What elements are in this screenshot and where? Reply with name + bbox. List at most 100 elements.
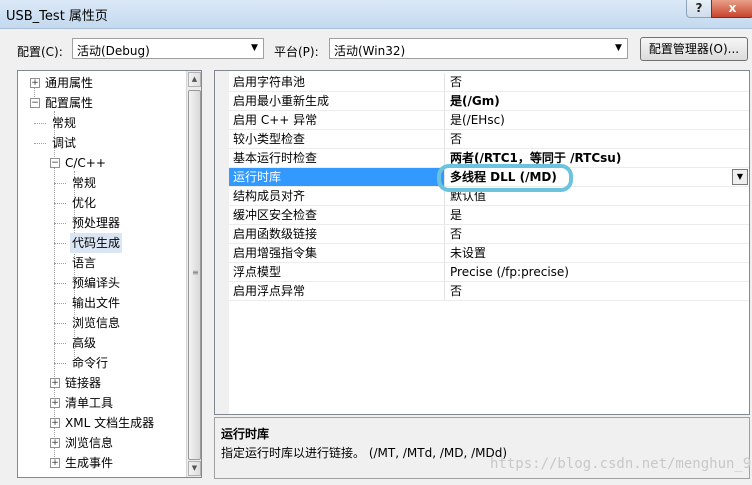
tree-connector (54, 323, 66, 324)
property-row[interactable]: 启用增强指令集 未设置 (229, 244, 749, 263)
watermark: https://blog.csdn.net/menghun_99 (490, 456, 752, 472)
plus-icon[interactable]: + (50, 398, 60, 408)
property-name: 运行时库 (229, 168, 445, 186)
plus-icon[interactable]: + (50, 418, 60, 428)
platform-combo[interactable]: 活动(Win32) ▼ (329, 38, 628, 59)
property-value: Precise (/fp:precise) (450, 265, 569, 279)
plus-icon[interactable]: + (50, 438, 60, 448)
tree-item-label: 清单工具 (65, 396, 114, 410)
property-value: 未设置 (450, 246, 487, 260)
tree-item-label: 常规 (72, 176, 97, 190)
property-name: 基本运行时检查 (229, 149, 445, 167)
plus-icon[interactable]: + (50, 458, 60, 468)
plus-icon[interactable]: + (30, 78, 40, 88)
scroll-down-icon[interactable]: ▼ (188, 461, 201, 476)
title-bar: USB_Test 属性页 ? x (0, 0, 752, 29)
tree-item-label: XML 文档生成器 (65, 416, 155, 430)
property-value: 否 (450, 284, 463, 298)
property-name: 启用字符串池 (229, 73, 445, 91)
tree-connector (54, 183, 66, 184)
dropdown-arrow-icon[interactable]: ▼ (732, 169, 748, 185)
property-tree: + 通用属性 − 配置属性 常规 调试 − C/C++ 常规 优化 预处理器 代码生成 语言 预编译头 输出… (17, 70, 202, 478)
tree-connector (34, 143, 46, 144)
tree-connector (54, 263, 66, 264)
tree-item-label: 语言 (72, 256, 97, 270)
configuration-manager-button[interactable]: 配置管理器(O)... (640, 37, 748, 61)
help-button[interactable]: ? (686, 0, 712, 18)
property-value: 两者(/RTC1，等同于 /RTCsu) (450, 151, 622, 165)
property-row[interactable]: 启用最小重新生成 是(/Gm) (229, 92, 749, 111)
tree-item-label: 调试 (52, 136, 77, 150)
tree-connector (54, 343, 66, 344)
description-text: 指定运行时库以进行链接。 (/MT, /MTd, /MD, /MDd) (221, 446, 508, 460)
property-name: 启用增强指令集 (229, 244, 445, 262)
platform-label: 平台(P): (274, 45, 319, 59)
tree-connector (34, 123, 46, 124)
tree-item-label: 浏览信息 (65, 436, 114, 450)
tree-item-label: 代码生成 (70, 233, 123, 253)
property-value: 是 (450, 208, 463, 222)
property-row[interactable]: 较小类型检查否 (229, 130, 749, 149)
tree-item-label: 命令行 (72, 356, 109, 370)
property-value: 默认值 (450, 189, 487, 203)
tree-item-label: 生成事件 (65, 456, 114, 470)
property-value: 否 (450, 75, 463, 89)
close-button[interactable]: x (711, 0, 752, 18)
tree-connector (54, 203, 66, 204)
grip-icon: ≡ (192, 268, 199, 277)
tree-connector (54, 303, 66, 304)
property-row[interactable]: 结构成员对齐 默认值 (229, 187, 749, 206)
tree-scrollbar[interactable]: ▲ ≡ ▼ (186, 71, 201, 477)
property-name: 启用函数级链接 (229, 225, 445, 243)
tree-item-label: 优化 (72, 196, 97, 210)
minus-icon[interactable]: − (30, 98, 40, 108)
scroll-up-icon[interactable]: ▲ (188, 72, 201, 87)
chevron-down-icon[interactable]: ▼ (246, 39, 263, 58)
property-row[interactable]: 浮点模型 Precise (/fp:precise) (229, 263, 749, 282)
property-row[interactable]: 启用函数级链接否 (229, 225, 749, 244)
config-label: 配置(C): (17, 45, 63, 59)
property-row[interactable]: 启用字符串池否 (229, 73, 749, 92)
property-value: 否 (450, 132, 463, 146)
tree-item-label: C/C++ (65, 156, 106, 170)
tree-connector (54, 363, 66, 364)
property-value: 是(/Gm) (450, 94, 500, 108)
property-row[interactable]: 启用 C++ 异常 是(/EHsc) (229, 111, 749, 130)
property-name: 启用最小重新生成 (229, 92, 445, 110)
property-value[interactable]: 多线程 DLL (/MD) (447, 168, 749, 186)
property-name: 较小类型检查 (229, 130, 445, 148)
property-row[interactable]: 基本运行时检查 两者(/RTC1，等同于 /RTCsu) (229, 149, 749, 168)
close-icon: x (728, 1, 737, 15)
tree-item-label: 高级 (72, 336, 97, 350)
property-value: 否 (450, 227, 463, 241)
property-row[interactable]: 缓冲区安全检查是 (229, 206, 749, 225)
property-name: 启用浮点异常 (229, 282, 445, 300)
property-name: 结构成员对齐 (229, 187, 445, 205)
tree-connector (54, 283, 66, 284)
tree-connector (54, 243, 66, 244)
window-title: USB_Test 属性页 (6, 9, 108, 24)
description-title: 运行时库 (221, 427, 270, 441)
tree-item-label: 通用属性 (45, 76, 94, 90)
platform-value: 活动(Win32) (334, 44, 406, 58)
grid-margin (215, 71, 229, 414)
tree-item-label: 常规 (52, 116, 77, 130)
property-value: 是(/EHsc) (450, 113, 505, 127)
scroll-thumb[interactable]: ≡ (188, 90, 201, 460)
property-row[interactable]: 运行时库 多线程 DLL (/MD) ▼ (229, 168, 749, 187)
plus-icon[interactable]: + (50, 378, 60, 388)
tree-item-label: 浏览信息 (72, 316, 121, 330)
config-value: 活动(Debug) (77, 44, 150, 58)
tree-item-label: 预处理器 (72, 216, 121, 230)
property-row[interactable]: 启用浮点异常否 (229, 282, 749, 301)
property-name: 浮点模型 (229, 263, 445, 281)
config-combo[interactable]: 活动(Debug) ▼ (72, 38, 264, 59)
tree-item-label: 输出文件 (72, 296, 121, 310)
property-grid: 启用字符串池否启用最小重新生成 是(/Gm) 启用 C++ 异常 是(/EHsc) 较小… (214, 70, 750, 415)
tree-item-label: 链接器 (65, 376, 102, 390)
chevron-down-icon[interactable]: ▼ (610, 39, 627, 58)
property-name: 启用 C++ 异常 (229, 111, 445, 129)
tree-item-label: 配置属性 (45, 96, 94, 110)
property-name: 缓冲区安全检查 (229, 206, 445, 224)
minus-icon[interactable]: − (50, 158, 60, 168)
